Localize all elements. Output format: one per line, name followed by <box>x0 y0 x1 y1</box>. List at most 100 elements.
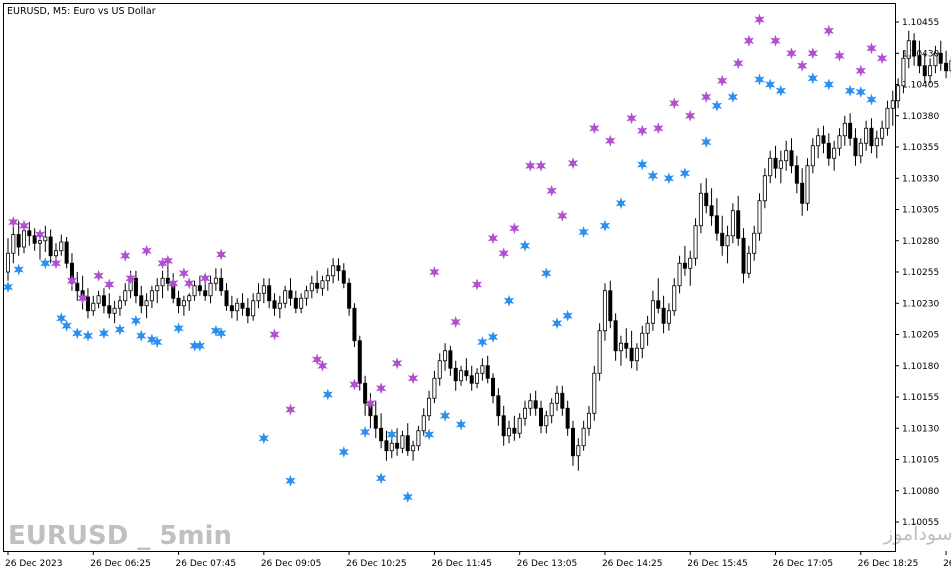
candle-body <box>245 307 250 317</box>
candle-body <box>309 282 314 292</box>
candle-body <box>347 282 352 309</box>
x-tick-label: 26 Dec 13:05 <box>517 559 578 569</box>
candle-body <box>773 157 778 169</box>
candle-body <box>448 350 453 369</box>
candle-body <box>512 427 517 434</box>
candle-body <box>48 236 53 257</box>
candle-body <box>304 290 309 299</box>
x-tick-label: 26 Dec 19:45 <box>943 559 951 569</box>
x-tick-label: 26 Dec 14:25 <box>602 559 663 569</box>
candle-body <box>757 200 762 234</box>
candle-body <box>325 275 330 282</box>
candle-body <box>203 290 208 297</box>
candle-body <box>837 135 842 149</box>
candle <box>805 158 810 211</box>
candle-body <box>416 430 421 447</box>
candle-body <box>91 302 96 312</box>
candle-body <box>27 230 32 237</box>
candle-body <box>826 142 831 159</box>
candle-body <box>208 282 213 297</box>
candle-body <box>491 377 496 397</box>
candle-body <box>160 277 165 287</box>
y-tick-label: 1.10405 <box>902 81 939 91</box>
candle-body <box>848 122 853 139</box>
y-tick-label: 1.10130 <box>902 424 939 434</box>
y-tick-label: 1.10080 <box>902 487 939 497</box>
candle-body <box>666 310 671 324</box>
candle-body <box>288 290 293 299</box>
candle-body <box>341 270 346 284</box>
y-tick-label: 1.10255 <box>902 268 939 278</box>
candle-body <box>432 377 437 399</box>
candle-body <box>608 290 613 322</box>
candle-body <box>277 302 282 309</box>
candle-body <box>885 107 890 129</box>
candle-body <box>101 295 106 307</box>
y-tick-label: 1.10380 <box>902 112 939 122</box>
candle-body <box>864 127 869 144</box>
candle-body <box>496 395 501 417</box>
chart-title: EURUSD, M5: Euro vs US Dollar <box>7 6 156 17</box>
candle-body <box>411 445 416 452</box>
y-tick-label: 1.10105 <box>902 456 939 466</box>
candle-body <box>96 295 101 304</box>
candle-body <box>746 252 751 274</box>
candle-body <box>736 210 741 239</box>
candle-body <box>485 365 490 379</box>
candle-body <box>256 292 261 302</box>
candle-body <box>549 402 554 417</box>
candle-body <box>240 302 245 309</box>
candle-body <box>123 290 128 302</box>
x-tick-label: 26 Dec 2023 <box>5 559 63 569</box>
candle-body <box>315 282 320 289</box>
candle-body <box>581 427 586 447</box>
candle-body <box>613 320 618 352</box>
candle-body <box>800 182 805 204</box>
y-tick-label: 1.10155 <box>902 393 939 403</box>
candle-body <box>405 435 410 452</box>
candle-body <box>261 285 266 294</box>
candle-body <box>117 300 122 309</box>
candle-body <box>37 240 42 244</box>
candle-body <box>213 277 218 284</box>
x-tick-label: 26 Dec 10:25 <box>346 559 407 569</box>
candle-body <box>336 265 341 272</box>
candle-body <box>570 427 575 457</box>
candle-body <box>650 300 655 324</box>
candle-body <box>352 307 357 342</box>
candle-body <box>400 435 405 449</box>
candle-body <box>576 445 581 457</box>
candle-body <box>320 280 325 289</box>
x-tick-label: 26 Dec 17:05 <box>773 559 834 569</box>
candle-body <box>645 322 650 334</box>
candle-body <box>730 210 735 237</box>
candlestick-chart[interactable]: EURUSD _ 5min انتشار در سایت سودآموز 1.1… <box>0 0 951 574</box>
candle-body <box>602 290 607 332</box>
candle-body <box>890 100 895 109</box>
candle-body <box>693 225 698 259</box>
candle-body <box>656 300 661 309</box>
candle-body <box>922 65 927 77</box>
candle-body <box>592 372 597 414</box>
candle-body <box>517 417 522 434</box>
y-tick-label: 1.10455 <box>902 18 939 28</box>
candle-body <box>363 382 368 404</box>
candle-body <box>523 407 528 419</box>
candle-body <box>176 297 181 307</box>
candle-body <box>469 375 474 384</box>
candle-body <box>229 305 234 312</box>
candle <box>693 218 698 266</box>
candle-body <box>853 137 858 157</box>
candle-body <box>544 415 549 427</box>
candle-body <box>464 370 469 377</box>
candle-body <box>816 135 821 147</box>
candle-body <box>187 295 192 302</box>
candle-body <box>810 145 815 167</box>
candle-body <box>688 257 693 269</box>
x-tick-label: 26 Dec 11:45 <box>431 559 492 569</box>
candle-body <box>874 137 879 147</box>
candle-body <box>85 296 90 312</box>
candle-body <box>144 300 149 307</box>
candle-body <box>272 300 277 309</box>
candle <box>64 237 69 269</box>
